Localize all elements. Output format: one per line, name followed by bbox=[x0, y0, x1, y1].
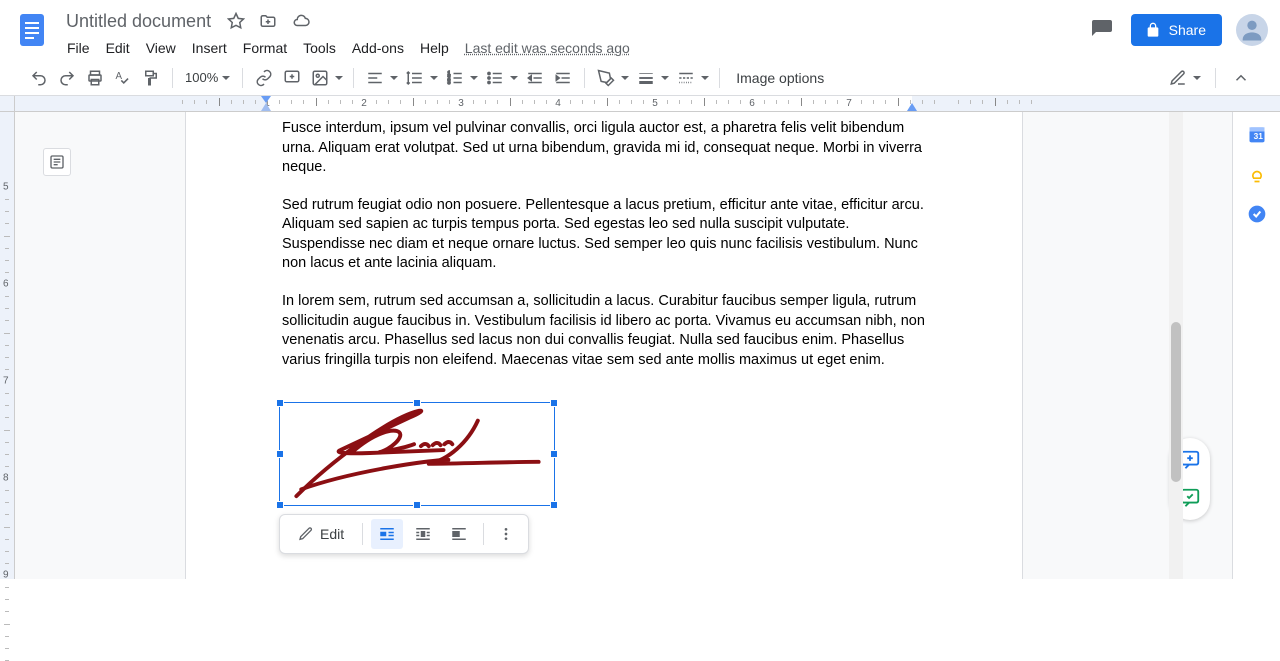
vertical-ruler[interactable]: 56789 bbox=[0, 112, 15, 579]
document-title[interactable]: Untitled document bbox=[60, 9, 217, 34]
document-canvas[interactable]: Fusce interdum, ipsum vel pulvinar conva… bbox=[15, 112, 1232, 579]
open-comments-button[interactable] bbox=[1087, 15, 1117, 45]
lock-icon bbox=[1145, 22, 1161, 38]
header: Untitled document File Edit View Insert … bbox=[0, 0, 1280, 60]
move-icon[interactable] bbox=[259, 12, 277, 30]
resize-handle-n[interactable] bbox=[413, 399, 421, 407]
menu-addons[interactable]: Add-ons bbox=[345, 37, 411, 59]
resize-handle-s[interactable] bbox=[413, 501, 421, 509]
star-icon[interactable] bbox=[227, 12, 245, 30]
redo-button[interactable] bbox=[54, 65, 80, 91]
spellcheck-button[interactable]: A bbox=[110, 65, 136, 91]
resize-handle-sw[interactable] bbox=[276, 501, 284, 509]
paint-format-button[interactable] bbox=[138, 65, 164, 91]
workspace: 56789 Fusce interdum, ipsum vel pulvinar… bbox=[0, 112, 1280, 579]
horizontal-ruler[interactable]: 1234567 bbox=[0, 96, 1280, 112]
menu-tools[interactable]: Tools bbox=[296, 37, 343, 59]
insert-image-button[interactable] bbox=[307, 65, 345, 91]
wrap-text-button[interactable] bbox=[407, 519, 439, 549]
calendar-addon-icon[interactable]: 31 bbox=[1247, 124, 1267, 144]
keep-addon-icon[interactable] bbox=[1247, 164, 1267, 184]
tasks-addon-icon[interactable] bbox=[1247, 204, 1267, 224]
edit-image-button[interactable]: Edit bbox=[288, 519, 354, 549]
line-spacing-button[interactable] bbox=[402, 65, 440, 91]
insert-link-button[interactable] bbox=[251, 65, 277, 91]
border-weight-button[interactable] bbox=[633, 65, 671, 91]
resize-handle-e[interactable] bbox=[550, 450, 558, 458]
selected-image[interactable] bbox=[279, 402, 555, 506]
menu-file[interactable]: File bbox=[60, 37, 97, 59]
paragraph[interactable]: In lorem sem, rutrum sed accumsan a, sol… bbox=[282, 292, 926, 370]
wrap-inline-button[interactable] bbox=[371, 519, 403, 549]
collapse-toolbar-button[interactable] bbox=[1228, 65, 1254, 91]
vertical-scrollbar[interactable] bbox=[1169, 112, 1183, 579]
image-floating-toolbar: Edit bbox=[279, 514, 529, 554]
paragraph[interactable]: Sed rutrum feugiat odio non posuere. Pel… bbox=[282, 196, 926, 274]
title-area: Untitled document File Edit View Insert … bbox=[60, 8, 1087, 60]
image-options-button[interactable]: Image options bbox=[728, 70, 832, 86]
bulleted-list-button[interactable] bbox=[482, 65, 520, 91]
svg-text:3: 3 bbox=[448, 80, 451, 86]
border-dash-button[interactable] bbox=[673, 65, 711, 91]
scrollbar-thumb[interactable] bbox=[1171, 322, 1181, 482]
side-panel: 31 bbox=[1232, 112, 1280, 579]
menu-bar: File Edit View Insert Format Tools Add-o… bbox=[60, 36, 1087, 60]
toolbar: A 100% 123 Image options bbox=[0, 60, 1280, 96]
undo-button[interactable] bbox=[26, 65, 52, 91]
border-color-button[interactable] bbox=[593, 65, 631, 91]
cloud-status-icon[interactable] bbox=[291, 12, 311, 30]
image-more-button[interactable] bbox=[492, 519, 520, 549]
menu-format[interactable]: Format bbox=[236, 37, 294, 59]
increase-indent-button[interactable] bbox=[550, 65, 576, 91]
numbered-list-button[interactable]: 123 bbox=[442, 65, 480, 91]
paragraph[interactable]: Fusce interdum, ipsum vel pulvinar conva… bbox=[282, 119, 926, 178]
pencil-icon bbox=[298, 526, 314, 542]
resize-handle-ne[interactable] bbox=[550, 399, 558, 407]
align-button[interactable] bbox=[362, 65, 400, 91]
page[interactable]: Fusce interdum, ipsum vel pulvinar conva… bbox=[185, 112, 1023, 579]
decrease-indent-button[interactable] bbox=[522, 65, 548, 91]
print-button[interactable] bbox=[82, 65, 108, 91]
svg-text:31: 31 bbox=[1253, 131, 1263, 141]
account-avatar[interactable] bbox=[1236, 14, 1268, 46]
share-label: Share bbox=[1169, 22, 1206, 38]
menu-edit[interactable]: Edit bbox=[99, 37, 137, 59]
signature-image bbox=[280, 403, 554, 505]
editing-mode-button[interactable] bbox=[1165, 65, 1203, 91]
share-button[interactable]: Share bbox=[1131, 14, 1222, 46]
menu-view[interactable]: View bbox=[139, 37, 183, 59]
menu-insert[interactable]: Insert bbox=[185, 37, 234, 59]
chevron-down-icon bbox=[222, 76, 230, 80]
add-comment-button[interactable] bbox=[279, 65, 305, 91]
resize-handle-nw[interactable] bbox=[276, 399, 284, 407]
last-edit-link[interactable]: Last edit was seconds ago bbox=[458, 37, 637, 59]
svg-text:A: A bbox=[116, 70, 123, 81]
zoom-select[interactable]: 100% bbox=[181, 70, 234, 85]
page-content[interactable]: Fusce interdum, ipsum vel pulvinar conva… bbox=[186, 112, 1022, 370]
menu-help[interactable]: Help bbox=[413, 37, 456, 59]
show-outline-button[interactable] bbox=[43, 148, 71, 176]
resize-handle-se[interactable] bbox=[550, 501, 558, 509]
break-text-button[interactable] bbox=[443, 519, 475, 549]
docs-logo[interactable] bbox=[12, 10, 52, 50]
resize-handle-w[interactable] bbox=[276, 450, 284, 458]
